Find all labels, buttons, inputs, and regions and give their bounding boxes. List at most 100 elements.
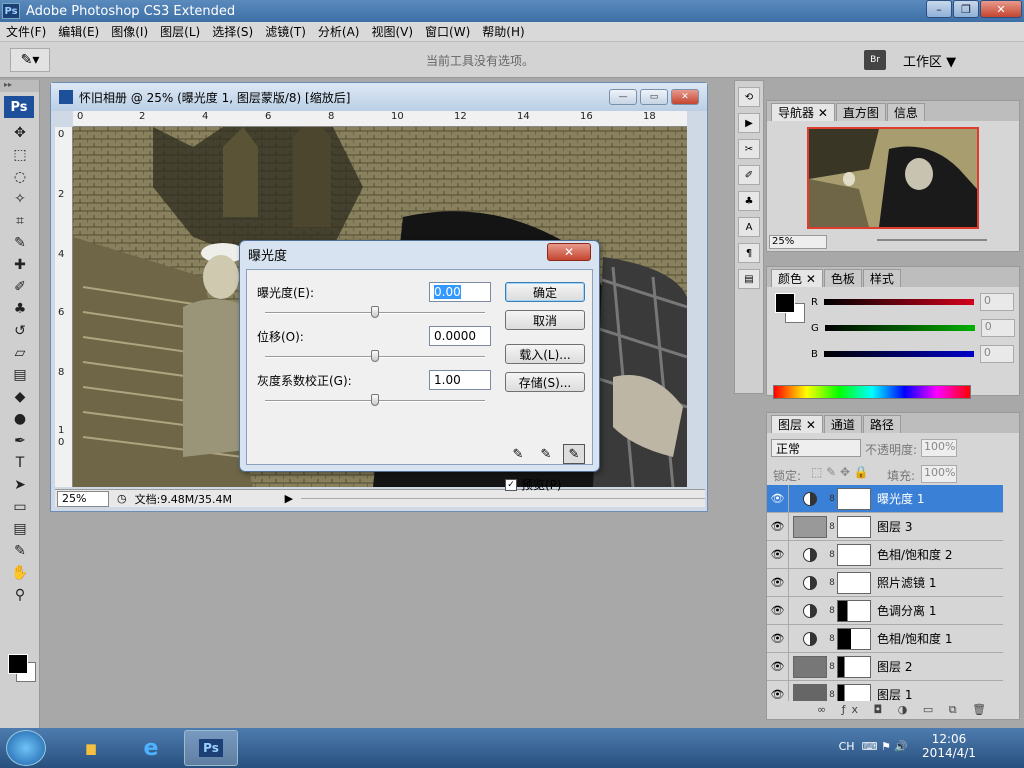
vertical-ruler[interactable]: 0 2 4 6 8 1 0 <box>55 127 73 487</box>
foreground-color-swatch[interactable] <box>8 654 28 674</box>
layer-row[interactable]: 👁 8 曝光度 1 <box>767 485 1003 513</box>
tool-presets-icon[interactable]: ✂ <box>738 139 760 159</box>
eye-icon[interactable]: 👁 <box>767 568 789 597</box>
menu-view[interactable]: 视图(V) <box>365 23 419 40</box>
offset-input[interactable]: 0.0000 <box>429 326 491 346</box>
doc-minimize-button[interactable]: — <box>609 89 637 105</box>
minimize-button[interactable]: – <box>926 0 952 18</box>
document-title-bar[interactable]: 怀旧相册 @ 25% (曝光度 1, 图层蒙版/8) [缩放后] — ▭ ✕ <box>51 83 707 111</box>
menu-image[interactable]: 图像(I) <box>105 23 154 40</box>
doc-maximize-button[interactable]: ▭ <box>640 89 668 105</box>
eye-icon[interactable]: 👁 <box>767 596 789 625</box>
maximize-button[interactable]: ❐ <box>953 0 979 18</box>
eraser-tool-icon[interactable]: ▱ <box>0 342 40 364</box>
history-brush-icon[interactable]: ↺ <box>0 320 40 342</box>
layer-mask-thumbnail[interactable] <box>837 627 871 650</box>
layer-row[interactable]: 👁 8 图层 2 <box>767 652 1003 681</box>
layer-mask-thumbnail[interactable] <box>837 515 871 538</box>
ok-button[interactable]: 确定 <box>505 282 585 302</box>
horizontal-scrollbar[interactable] <box>301 498 705 499</box>
layer-row[interactable]: 👁 8 色相/饱和度 1 <box>767 624 1003 653</box>
menu-help[interactable]: 帮助(H) <box>476 23 530 40</box>
internet-explorer-icon[interactable]: e <box>124 730 178 766</box>
menu-file[interactable]: 文件(F) <box>0 23 52 40</box>
gray-point-eyedropper-icon[interactable]: ✎ <box>535 444 557 464</box>
tab-color[interactable]: 颜色 ✕ <box>771 269 823 287</box>
menu-select[interactable]: 选择(S) <box>206 23 259 40</box>
tab-styles[interactable]: 样式 <box>862 269 901 287</box>
tab-swatches[interactable]: 色板 <box>823 269 862 287</box>
dialog-close-button[interactable]: ✕ <box>547 243 591 261</box>
crop-tool-icon[interactable]: ⌗ <box>0 210 40 232</box>
close-button[interactable]: ✕ <box>980 0 1022 18</box>
lasso-tool-icon[interactable]: ◌ <box>0 166 40 188</box>
zoom-field[interactable]: 25% <box>57 490 109 507</box>
layer-row[interactable]: 👁 8 照片滤镜 1 <box>767 568 1003 597</box>
blue-value[interactable]: 0 <box>979 345 1014 363</box>
offset-slider[interactable] <box>265 350 485 362</box>
exposure-input[interactable]: 0.00 <box>429 282 491 302</box>
layer-row[interactable]: 👁 8 色相/饱和度 2 <box>767 540 1003 569</box>
navigator-zoom-field[interactable]: 25% <box>769 235 827 249</box>
layers-footer-icons[interactable]: ∞ ƒx ◘ ◑ ▭ ⧉ 🗑 <box>817 703 992 717</box>
photoshop-taskbar-item[interactable]: Ps <box>184 730 238 766</box>
preview-checkbox[interactable]: ✓ 预览(P) <box>505 476 562 493</box>
color-foreground-swatch[interactable] <box>775 293 795 313</box>
layer-thumbnail[interactable] <box>793 683 827 701</box>
exposure-slider-thumb[interactable] <box>371 306 379 318</box>
menu-filter[interactable]: 滤镜(T) <box>259 23 312 40</box>
layer-mask-thumbnail[interactable] <box>837 599 871 622</box>
green-value[interactable]: 0 <box>980 319 1015 337</box>
clone-source-icon[interactable]: ♣ <box>738 191 760 211</box>
notes-tool-icon[interactable]: ▤ <box>0 518 40 540</box>
paragraph-panel-icon[interactable]: ¶ <box>738 243 760 263</box>
gamma-slider[interactable] <box>265 394 485 406</box>
navigator-zoom-slider[interactable] <box>877 239 987 241</box>
blend-mode-select[interactable]: 正常 <box>771 439 861 457</box>
tab-paths[interactable]: 路径 <box>862 415 901 433</box>
brush-tool-icon[interactable]: ✐ <box>0 276 40 298</box>
tab-channels[interactable]: 通道 <box>823 415 862 433</box>
opacity-field[interactable]: 100% <box>921 439 957 457</box>
layer-row[interactable]: 👁 8 色调分离 1 <box>767 596 1003 625</box>
layer-mask-thumbnail[interactable] <box>837 655 871 678</box>
doc-close-button[interactable]: ✕ <box>671 89 699 105</box>
menu-window[interactable]: 窗口(W) <box>419 23 476 40</box>
layer-mask-thumbnail[interactable] <box>837 683 871 701</box>
fill-field[interactable]: 100% <box>921 465 957 483</box>
eye-icon[interactable]: 👁 <box>767 512 789 541</box>
type-tool-icon[interactable]: T <box>0 452 40 474</box>
tab-histogram[interactable]: 直方图 <box>835 103 886 121</box>
tab-navigator[interactable]: 导航器 ✕ <box>771 103 835 121</box>
marquee-tool-icon[interactable]: ⬚ <box>0 144 40 166</box>
load-button[interactable]: 载入(L)... <box>505 344 585 364</box>
file-explorer-icon[interactable]: ▆ <box>64 730 118 766</box>
taskbar-clock[interactable]: 12:06 2014/4/1 <box>914 732 984 760</box>
tab-layers[interactable]: 图层 ✕ <box>771 415 823 433</box>
black-point-eyedropper-icon[interactable]: ✎ <box>507 444 529 464</box>
eye-icon[interactable]: 👁 <box>767 485 789 513</box>
exposure-slider[interactable] <box>265 306 485 318</box>
language-indicator[interactable]: CH <box>839 740 855 753</box>
white-point-eyedropper-icon[interactable]: ✎ <box>563 444 585 464</box>
character-panel-icon[interactable]: A <box>738 217 760 237</box>
slice-tool-icon[interactable]: ✎ <box>0 232 40 254</box>
stamp-tool-icon[interactable]: ♣ <box>0 298 40 320</box>
workspace-menu[interactable]: 工作区 ▼ <box>903 51 956 70</box>
gamma-slider-thumb[interactable] <box>371 394 379 406</box>
bridge-icon[interactable]: Br <box>864 50 886 70</box>
pen-tool-icon[interactable]: ✒ <box>0 430 40 452</box>
dodge-tool-icon[interactable]: ● <box>0 408 40 430</box>
hand-tool-icon[interactable]: ✋ <box>0 562 40 584</box>
layer-thumbnail[interactable] <box>793 515 827 538</box>
navigator-thumbnail[interactable] <box>807 127 979 229</box>
status-arrow-icon[interactable]: ▶ <box>285 492 293 505</box>
layer-comps-icon[interactable]: ▤ <box>738 269 760 289</box>
status-menu-icon[interactable]: ◷ <box>117 492 127 505</box>
blur-tool-icon[interactable]: ◆ <box>0 386 40 408</box>
healing-brush-icon[interactable]: ✚ <box>0 254 40 276</box>
path-select-icon[interactable]: ➤ <box>0 474 40 496</box>
layer-row[interactable]: 👁 8 图层 3 <box>767 512 1003 541</box>
eye-icon[interactable]: 👁 <box>767 680 789 701</box>
history-panel-icon[interactable]: ⟲ <box>738 87 760 107</box>
